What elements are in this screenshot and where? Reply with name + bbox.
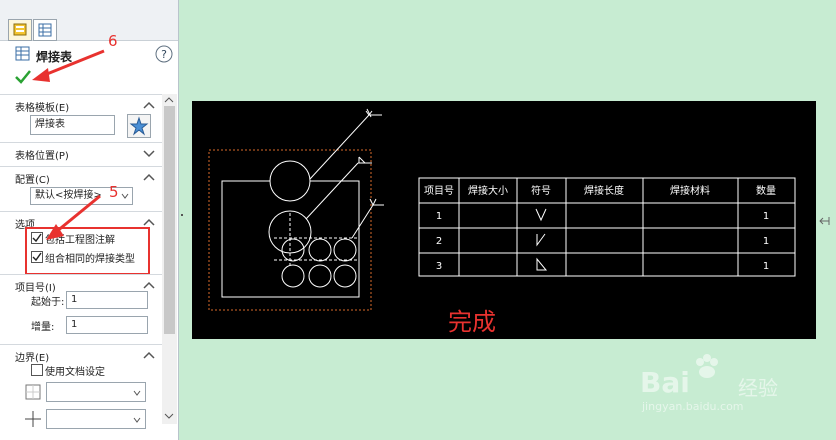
table-cell-item: 1 xyxy=(436,211,442,222)
top-circle xyxy=(269,160,311,202)
table-cell-item: 3 xyxy=(436,261,442,272)
hole-circle xyxy=(308,238,332,262)
weld-leader-2 xyxy=(305,162,359,220)
watermark-brand2: 经验 xyxy=(738,376,778,400)
weld-leader-3 xyxy=(351,204,374,239)
chevron-up-icon[interactable] xyxy=(142,348,156,362)
start-at-input[interactable]: 1 xyxy=(66,291,148,309)
dropdown-arrow-icon xyxy=(133,390,141,396)
weld-table: 项目号 焊接大小 符号 焊接长度 焊接材料 数量 1 2 3 1 1 1 xyxy=(418,177,796,277)
step-5-label: 5 xyxy=(109,183,119,201)
inner-border-select[interactable] xyxy=(46,409,146,429)
hole-circle xyxy=(333,264,357,288)
fillet-weld-icon xyxy=(536,257,548,271)
chevron-up-icon[interactable] xyxy=(142,278,156,292)
start-at-label: 起始于: xyxy=(31,297,65,308)
hole-circle xyxy=(281,264,305,288)
outer-border-icon xyxy=(25,384,41,400)
table-header: 数量 xyxy=(756,184,776,197)
weld-leader-1 xyxy=(309,114,370,180)
watermark-url: jingyan.baidu.com xyxy=(642,400,744,413)
splitter-dot xyxy=(181,214,183,216)
table-header: 焊接长度 xyxy=(584,184,624,197)
weld-symbol-fillet-diag xyxy=(358,156,366,164)
collapse-arrow-icon[interactable] xyxy=(817,214,831,228)
table-header: 项目号 xyxy=(424,185,454,197)
table-cell-qty: 1 xyxy=(763,261,769,272)
v-groove-weld-icon xyxy=(535,208,547,222)
dropdown-arrow-icon xyxy=(133,417,141,423)
table-cell-item: 2 xyxy=(436,236,442,247)
hole-circle xyxy=(333,238,357,262)
paw-icon xyxy=(696,354,718,378)
drawing-canvas[interactable]: 项目号 焊接大小 符号 焊接长度 焊接材料 数量 1 2 3 1 1 1 完成 xyxy=(192,101,816,339)
step-6-label: 6 xyxy=(108,32,118,50)
table-cell-qty: 1 xyxy=(763,211,769,222)
annotation-arrows xyxy=(32,49,105,240)
use-document-settings-checkbox[interactable] xyxy=(31,364,43,376)
large-circle xyxy=(268,210,312,254)
table-header: 焊接大小 xyxy=(468,184,508,197)
outer-border-select[interactable] xyxy=(46,382,146,402)
table-header: 符号 xyxy=(531,184,551,197)
drawing-svg: 项目号 焊接大小 符号 焊接长度 焊接材料 数量 1 2 3 1 1 1 xyxy=(208,108,796,311)
increment-label: 增量: xyxy=(31,322,55,333)
section-label: 项目号(I) xyxy=(15,283,56,294)
inner-border-icon xyxy=(25,411,41,427)
section-label: 边界(E) xyxy=(15,353,50,364)
table-cell-qty: 1 xyxy=(763,236,769,247)
watermark-brand: Bai xyxy=(640,366,690,399)
table-header: 焊接材料 xyxy=(670,184,710,197)
done-label: 完成 xyxy=(448,308,496,336)
bevel-weld-icon xyxy=(536,233,546,247)
scroll-down-icon[interactable] xyxy=(164,412,175,420)
increment-input[interactable]: 1 xyxy=(66,316,148,334)
hole-circle xyxy=(308,264,332,288)
use-document-settings-label[interactable]: 使用文档设定 xyxy=(45,363,105,378)
watermark: Bai 经验 jingyan.baidu.com xyxy=(640,352,820,413)
